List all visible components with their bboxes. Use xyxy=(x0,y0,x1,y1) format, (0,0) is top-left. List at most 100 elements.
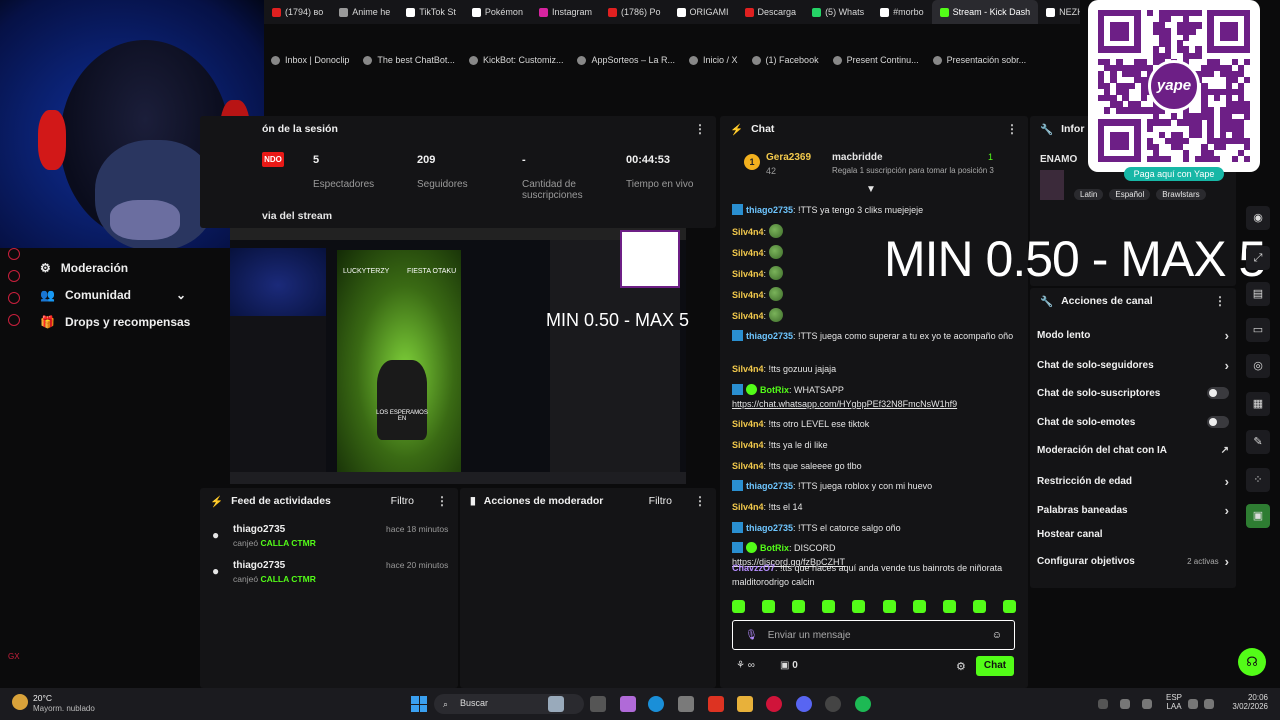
nav-drops[interactable]: 🎁 Drops y recompensas xyxy=(40,315,190,329)
channel-action-item[interactable]: Palabras baneadas › xyxy=(1037,503,1229,518)
nav-comunidad[interactable]: 👥 Comunidad ⌄ xyxy=(40,288,186,302)
store-icon[interactable] xyxy=(678,696,694,712)
chat-username[interactable]: thiago2735 xyxy=(746,331,793,341)
chevron-right-icon[interactable]: › xyxy=(1225,474,1229,489)
chat-icon[interactable]: ▭ xyxy=(1246,318,1270,342)
more-icon[interactable]: ⋮ xyxy=(1214,294,1226,308)
channel-action-item[interactable]: Moderación del chat con IA ↗ xyxy=(1037,445,1229,456)
browser-tab[interactable]: (1794) во xyxy=(264,0,331,24)
chat-username[interactable]: BotRix xyxy=(760,543,789,553)
browser-tab[interactable]: Anime he xyxy=(331,0,398,24)
bookmark[interactable]: Presentación sobr... xyxy=(926,55,1034,65)
channel-action-item[interactable]: Modo lento › xyxy=(1037,328,1229,343)
chat-link[interactable]: https://chat.whatsapp.com/HYgbpPEf32N8Fm… xyxy=(732,399,957,409)
emote-icon[interactable] xyxy=(942,600,956,613)
settings-icon[interactable] xyxy=(8,314,20,326)
support-icon[interactable]: ☊ xyxy=(1238,648,1266,676)
browser-tab[interactable]: NEZHI xyxy=(1038,0,1080,24)
bookmark[interactable]: Inbox | Donoclip xyxy=(264,55,356,65)
community-icon[interactable]: ⁘ xyxy=(1246,468,1270,492)
layout-icon[interactable]: ▦ xyxy=(1246,392,1270,416)
chevron-right-icon[interactable]: › xyxy=(1225,358,1229,373)
chevron-right-icon[interactable]: › xyxy=(1225,328,1229,343)
more-icon[interactable]: ⋮ xyxy=(436,494,448,508)
emote-icon[interactable] xyxy=(852,600,866,613)
kick-app-icon[interactable]: ▣ xyxy=(1246,504,1270,528)
chat-username[interactable]: Silv4n4 xyxy=(732,290,764,300)
browser-tab[interactable]: #morbo xyxy=(872,0,932,24)
browser-tab[interactable]: (1786) Po xyxy=(600,0,669,24)
chat-username[interactable]: Silv4n4 xyxy=(732,364,764,374)
clock[interactable]: 20:06 3/02/2026 xyxy=(1220,693,1268,711)
weather-icon[interactable] xyxy=(12,694,28,710)
chevron-right-icon[interactable]: › xyxy=(1225,554,1229,569)
browser-tab[interactable]: TikTok St xyxy=(398,0,464,24)
browser-tab[interactable]: Descarga xyxy=(737,0,805,24)
filter-button[interactable]: Filtro xyxy=(391,495,414,507)
chat-input[interactable]: 🎙 Enviar un mensaje ☺ xyxy=(732,620,1015,650)
chat-username[interactable]: thiago2735 xyxy=(746,205,793,215)
chat-username[interactable]: Silv4n4 xyxy=(732,311,764,321)
external-link-icon[interactable]: ↗ xyxy=(1221,445,1229,456)
language-indicator[interactable]: ESP LAA xyxy=(1166,693,1182,711)
browser-tab[interactable]: Stream - Kick Dash xyxy=(931,0,1039,24)
emote-icon[interactable] xyxy=(732,600,745,613)
wifi-icon[interactable] xyxy=(1188,699,1198,709)
pin-icon[interactable]: ⤢ xyxy=(1246,246,1270,270)
discord-icon[interactable] xyxy=(796,696,812,712)
more-icon[interactable]: ⋮ xyxy=(694,494,706,508)
bookmark[interactable]: KickBot: Customiz... xyxy=(462,55,571,65)
chat-username[interactable]: Silv4n4 xyxy=(732,419,764,429)
emoji-icon[interactable]: ☺ xyxy=(992,630,1002,641)
rail-icon[interactable] xyxy=(8,270,20,282)
chat-username[interactable]: BotRix xyxy=(760,385,789,395)
spotify-icon[interactable] xyxy=(855,696,871,712)
gear-icon[interactable]: ⚙ xyxy=(956,660,966,673)
chat-username[interactable]: Silv4n4 xyxy=(732,440,764,450)
folder-icon[interactable] xyxy=(737,696,753,712)
note-icon[interactable]: ▤ xyxy=(1246,282,1270,306)
chat-username[interactable]: Silv4n4 xyxy=(732,461,764,471)
wps-icon[interactable] xyxy=(708,696,724,712)
chat-username[interactable]: thiago2735 xyxy=(746,481,793,491)
chat-send-button[interactable]: Chat xyxy=(976,656,1014,676)
channel-action-item[interactable]: Chat de solo-seguidores › xyxy=(1037,358,1229,373)
copilot-icon[interactable] xyxy=(620,696,636,712)
cup-icon[interactable] xyxy=(548,696,564,712)
chevron-up-icon[interactable] xyxy=(1098,699,1108,709)
channel-action-item[interactable]: Restricción de edad › xyxy=(1037,474,1229,489)
bookmark[interactable]: The best ChatBot... xyxy=(356,55,462,65)
browser-tab[interactable]: (5) Whats xyxy=(804,0,872,24)
chat-username[interactable]: ChavzzO7 xyxy=(732,563,775,573)
emote-icon[interactable] xyxy=(912,600,926,613)
bookmark[interactable]: Present Continu... xyxy=(826,55,926,65)
obs-icon[interactable] xyxy=(825,696,841,712)
channel-action-item[interactable]: Chat de solo-emotes xyxy=(1037,416,1229,428)
rail-icon[interactable] xyxy=(8,248,20,260)
mic-icon[interactable]: 🎙 xyxy=(745,630,758,641)
emote-icon[interactable] xyxy=(1002,600,1016,613)
wrench-icon[interactable]: ✎ xyxy=(1246,430,1270,454)
channel-action-item[interactable]: Hostear canal xyxy=(1037,529,1229,540)
pin-icon[interactable]: ▼ xyxy=(866,184,876,195)
toggle-switch[interactable] xyxy=(1207,387,1229,399)
camera-icon[interactable]: ◉ xyxy=(1246,206,1270,230)
windows-start-icon[interactable] xyxy=(411,696,427,712)
chat-username[interactable]: Silv4n4 xyxy=(732,269,764,279)
emote-icon[interactable] xyxy=(972,600,986,613)
more-icon[interactable]: ⋮ xyxy=(694,122,706,136)
more-icon[interactable]: ⋮ xyxy=(1006,122,1018,136)
network-icon[interactable] xyxy=(1120,699,1130,709)
emote-icon[interactable] xyxy=(762,600,776,613)
mic-icon[interactable] xyxy=(1142,699,1152,709)
chat-username[interactable]: Silv4n4 xyxy=(732,502,764,512)
chevron-right-icon[interactable]: › xyxy=(1225,503,1229,518)
volume-icon[interactable] xyxy=(1204,699,1214,709)
bookmark[interactable]: Inicio / X xyxy=(682,55,745,65)
edge-icon[interactable] xyxy=(648,696,664,712)
chat-username[interactable]: Silv4n4 xyxy=(732,227,764,237)
broadcast-icon[interactable]: ◎ xyxy=(1246,354,1270,378)
browser-tab[interactable]: Instagram xyxy=(531,0,600,24)
emote-icon[interactable] xyxy=(792,600,806,613)
rail-icon[interactable] xyxy=(8,292,20,304)
